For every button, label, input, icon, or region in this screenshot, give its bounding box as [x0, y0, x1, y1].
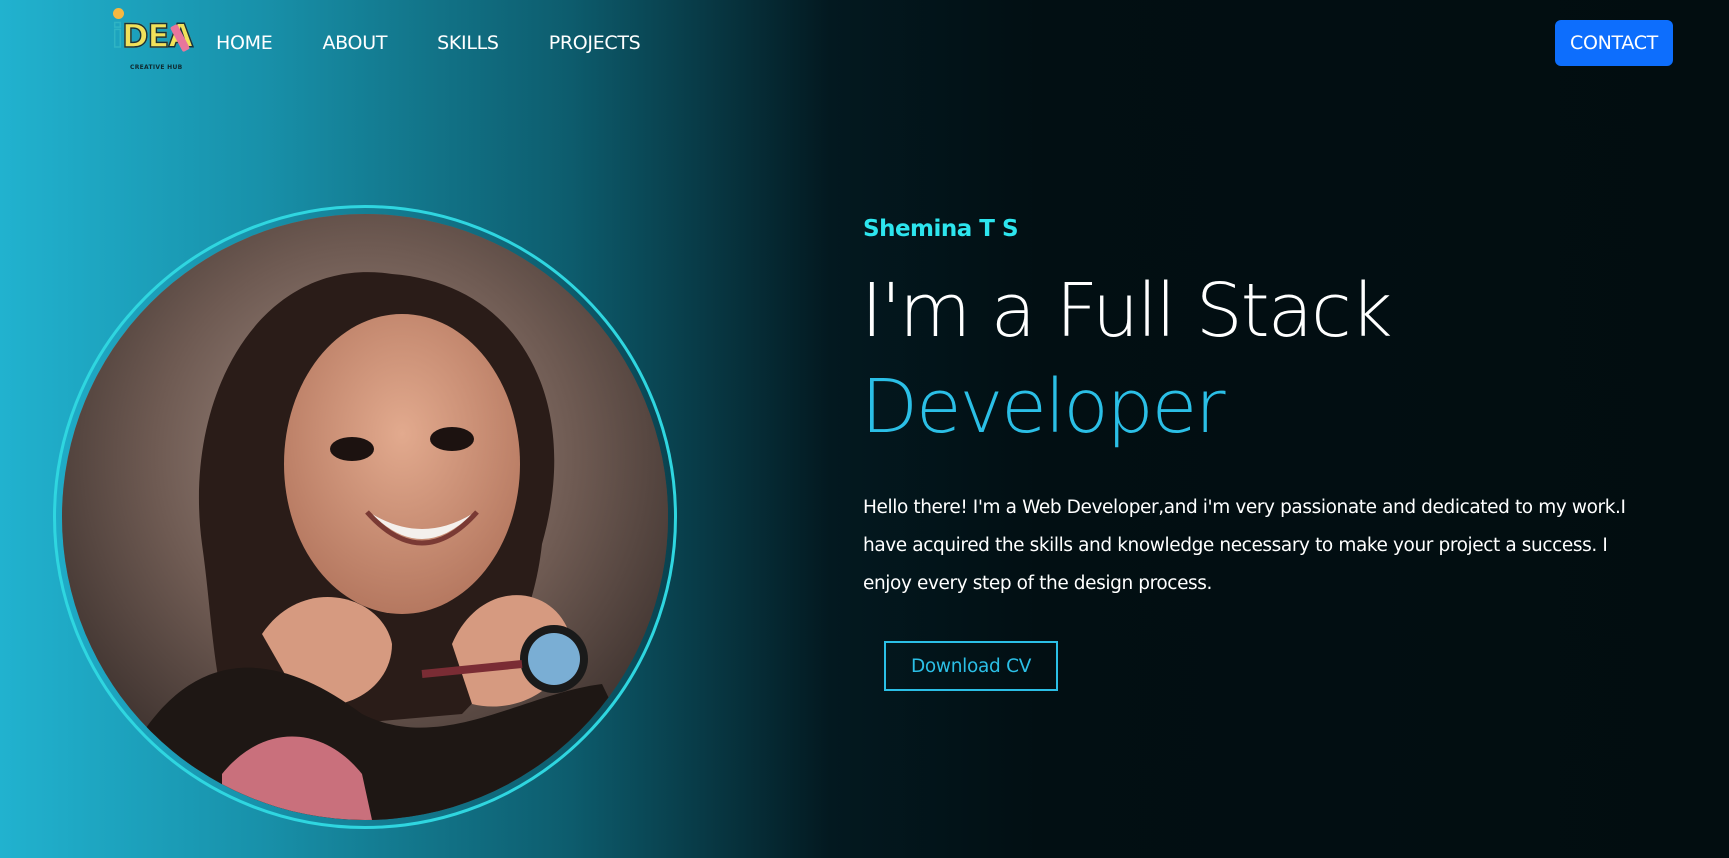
nav-projects[interactable]: PROJECTS	[549, 32, 641, 54]
nav-home[interactable]: HOME	[216, 32, 273, 54]
download-cv-button[interactable]: Download CV	[884, 641, 1058, 691]
portfolio-page: iDEA CREATIVE HUB HOME ABOUT SKILLS PROJ…	[0, 0, 1729, 858]
contact-button[interactable]: CONTACT	[1555, 20, 1673, 66]
nav-links: HOME ABOUT SKILLS PROJECTS	[216, 32, 690, 54]
hero-title: I'm a Full Stack Developer	[861, 263, 1393, 455]
nav-about[interactable]: ABOUT	[322, 32, 387, 54]
hero-title-line1: I'm a Full Stack	[861, 268, 1393, 354]
hero-title-line2: Developer	[861, 364, 1226, 450]
brand-logo[interactable]: iDEA CREATIVE HUB	[110, 6, 194, 71]
logo-subtitle: CREATIVE HUB	[130, 64, 183, 71]
hero-description: Hello there! I'm a Web Developer,and i'm…	[863, 497, 1626, 594]
top-navbar: iDEA CREATIVE HUB HOME ABOUT SKILLS PROJ…	[0, 0, 1729, 90]
profile-portrait	[62, 214, 668, 820]
hero-name: Shemina T S	[863, 216, 1019, 242]
nav-skills[interactable]: SKILLS	[437, 32, 499, 54]
